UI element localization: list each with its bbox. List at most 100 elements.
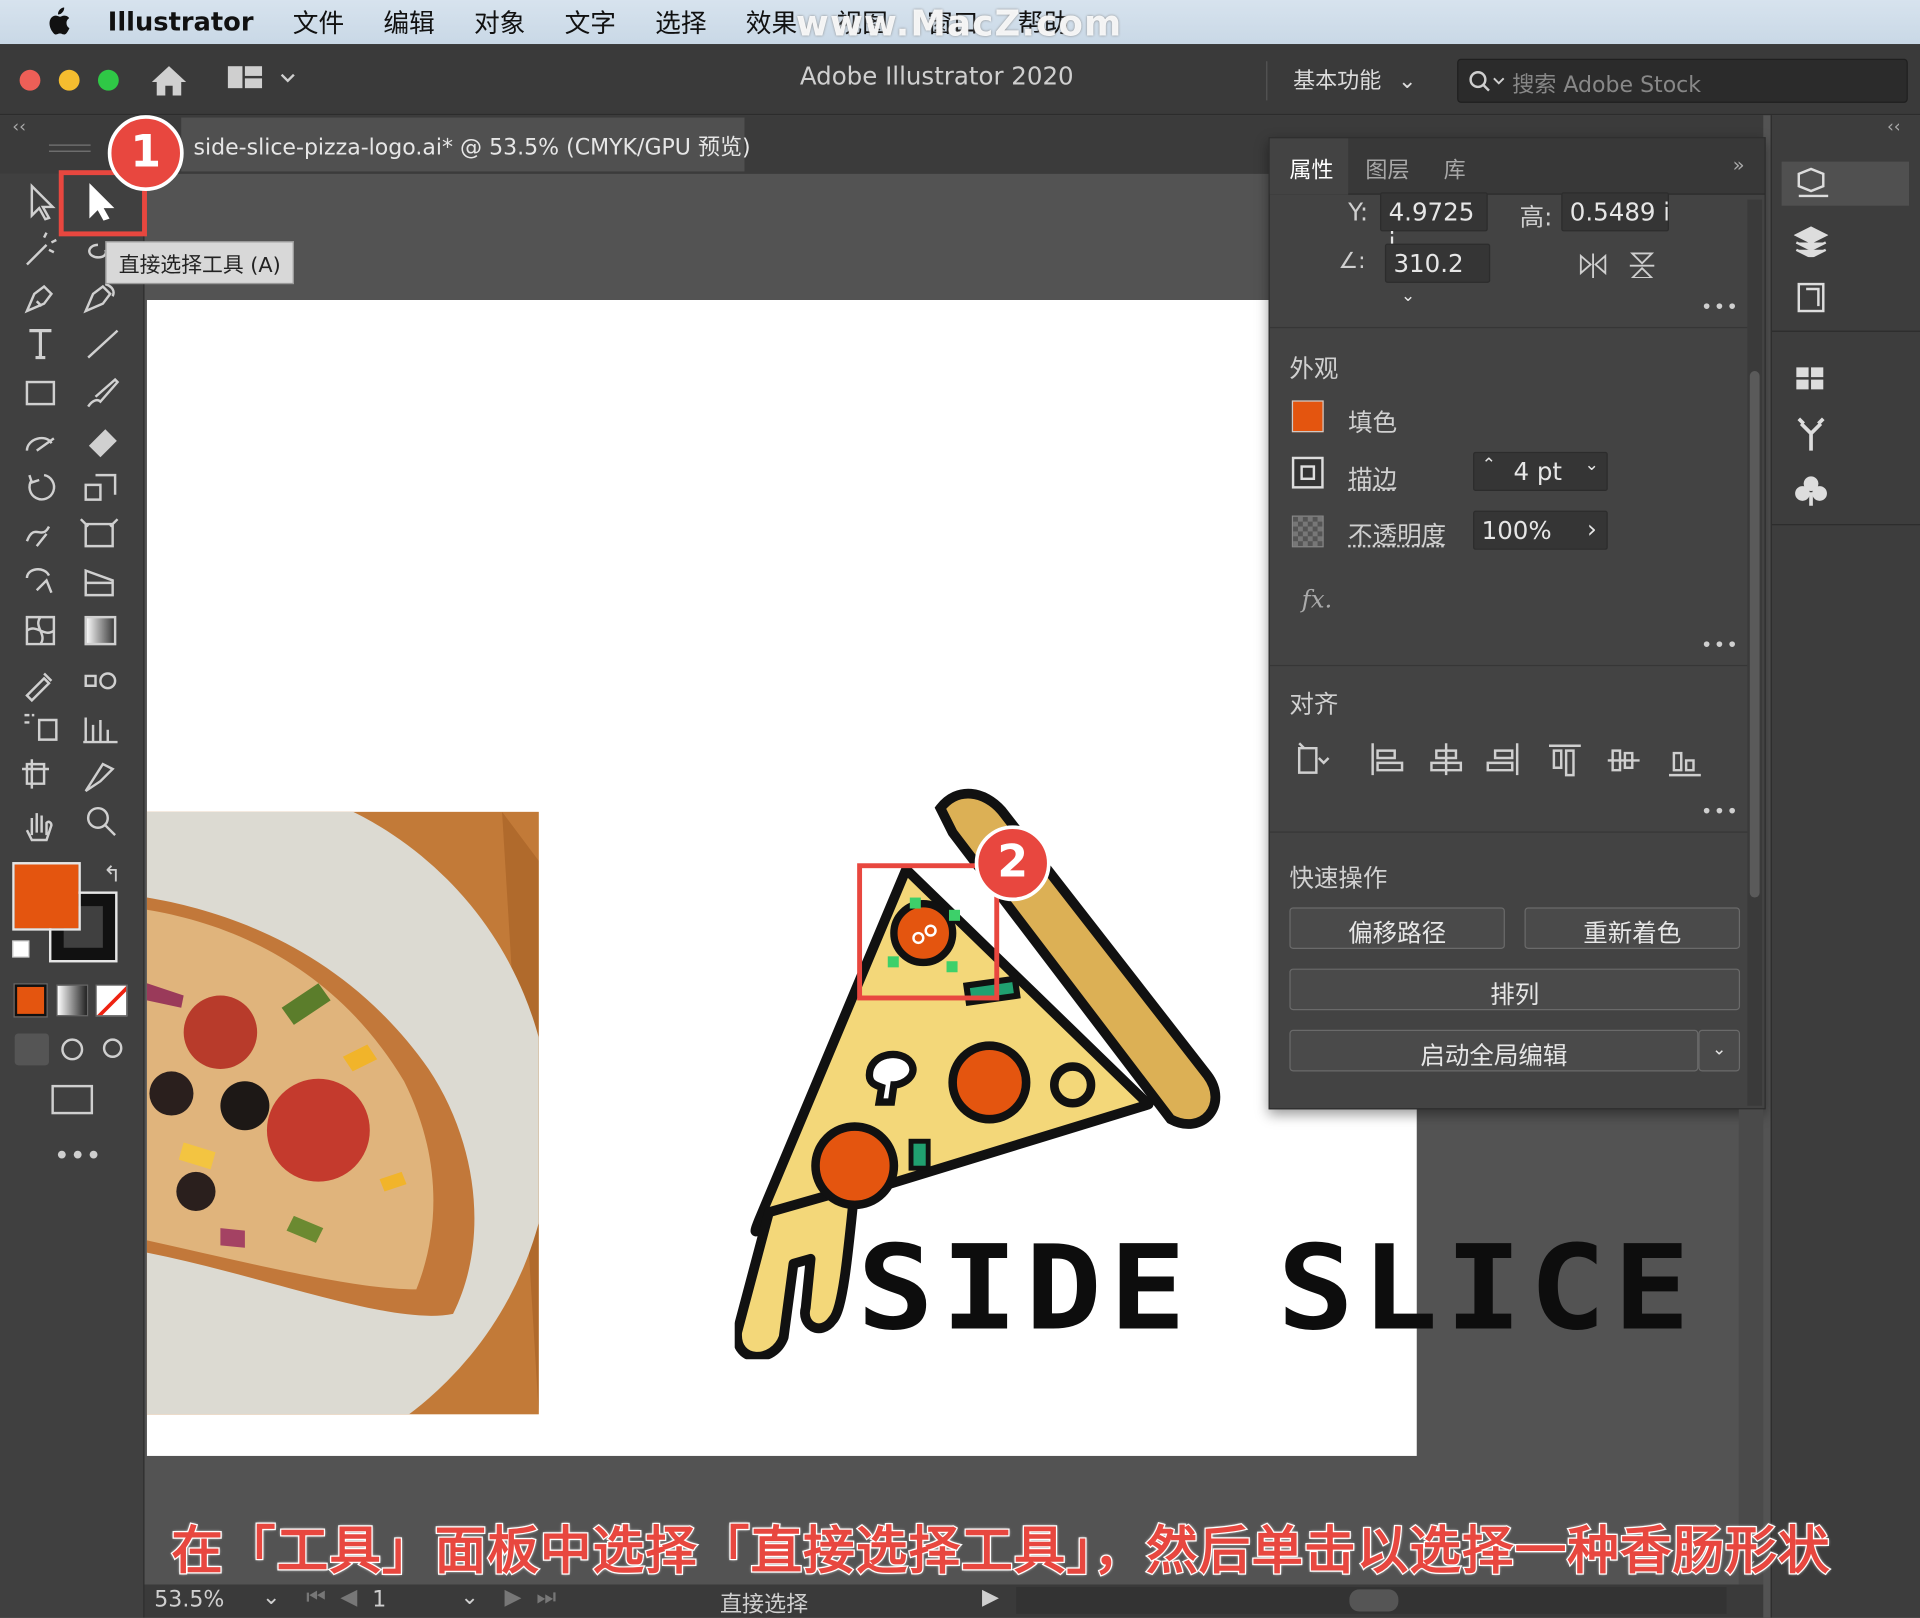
last-artboard-icon[interactable]: ⏭	[536, 1585, 556, 1611]
swatches-icon[interactable]	[1794, 365, 1828, 392]
global-edit-options-button[interactable]: ⌄	[1698, 1029, 1741, 1072]
swap-colors-icon[interactable]: ↰	[103, 862, 121, 888]
shaper-tool-icon[interactable]	[25, 436, 55, 452]
tab-libraries[interactable]: 库	[1444, 153, 1466, 185]
chevron-down-icon[interactable]: ⌄	[460, 1585, 478, 1611]
draw-inside-icon[interactable]	[102, 1038, 123, 1058]
logo-text[interactable]: SIDE SLICE	[857, 1230, 1697, 1347]
stroke-label[interactable]: 描边	[1348, 459, 1397, 495]
paintbrush-tool-icon[interactable]	[87, 377, 120, 408]
status-menu-icon[interactable]: ▶	[982, 1585, 999, 1611]
home-icon[interactable]	[149, 64, 188, 98]
zoom-tool-icon[interactable]	[86, 806, 109, 829]
symbols-icon[interactable]	[1794, 475, 1828, 507]
slice-tool-icon[interactable]	[84, 762, 115, 793]
menu-effect[interactable]: 效果	[746, 4, 797, 41]
pizza-photo[interactable]	[146, 811, 539, 1415]
align-center-icon[interactable]	[1430, 743, 1463, 776]
menu-object[interactable]: 对象	[474, 4, 525, 41]
document-tab[interactable]: side-slice-pizza-logo.ai* @ 53.5% (CMYK/…	[181, 117, 751, 172]
align-middle-icon[interactable]	[1607, 749, 1640, 772]
shape-builder-tool-icon[interactable]	[25, 568, 53, 594]
cheese-drip[interactable]	[734, 1182, 860, 1360]
screen-mode-icon[interactable]	[51, 1084, 94, 1115]
stepper-icon[interactable]: ⌃	[1482, 456, 1496, 476]
flip-horizontal-icon[interactable]	[1578, 251, 1607, 278]
opacity-label[interactable]: 不透明度	[1348, 516, 1446, 552]
opacity-field[interactable]: 100% ›	[1473, 510, 1608, 550]
artboard-tool-icon[interactable]	[22, 759, 49, 789]
tab-layers[interactable]: 图层	[1365, 153, 1409, 185]
curvature-tool-icon[interactable]	[83, 282, 115, 314]
arrange-button[interactable]: 排列	[1289, 968, 1741, 1011]
stroke-weight-field[interactable]: ⌃ 4 pt ⌄	[1473, 451, 1608, 492]
blend-tool-icon[interactable]	[84, 672, 117, 690]
panel-menu-icon[interactable]: »	[1733, 153, 1745, 176]
transform-more-button[interactable]: •••	[1701, 295, 1739, 318]
zoom-field[interactable]: 53.5%	[154, 1587, 257, 1616]
color-mode-button[interactable]	[13, 983, 48, 1018]
next-artboard-icon[interactable]: ▶	[504, 1585, 521, 1611]
pepperoni[interactable]	[811, 1122, 899, 1210]
layers-icon[interactable]	[1793, 225, 1829, 258]
align-more-button[interactable]: •••	[1701, 800, 1739, 823]
stock-search-input[interactable]: 搜索 Adobe Stock	[1457, 58, 1908, 103]
gradient-tool-icon[interactable]	[84, 615, 117, 646]
collapse-toolbar-icon[interactable]: ‹‹	[12, 118, 26, 138]
draw-behind-icon[interactable]	[61, 1038, 84, 1061]
minimize-window-button[interactable]	[58, 69, 80, 91]
properties-scrollbar[interactable]	[1747, 199, 1763, 1106]
fill-label[interactable]: 填色	[1348, 403, 1397, 439]
zoom-window-button[interactable]	[97, 69, 119, 91]
close-window-button[interactable]	[19, 69, 41, 91]
lasso-tool-icon[interactable]	[88, 243, 108, 259]
scale-tool-icon[interactable]	[84, 473, 117, 501]
rotate-tool-icon[interactable]	[28, 473, 56, 501]
menu-file[interactable]: 文件	[293, 4, 344, 41]
first-artboard-icon[interactable]: ⏮	[306, 1585, 326, 1611]
rectangle-tool-icon[interactable]	[25, 380, 56, 406]
pen-tool-icon[interactable]	[24, 284, 54, 314]
default-colors-icon[interactable]	[12, 940, 30, 958]
eyedropper-tool-icon[interactable]	[25, 672, 53, 703]
workspace-switcher[interactable]: 基本功能 ⌄	[1293, 64, 1416, 96]
menu-app-name[interactable]: Illustrator	[108, 7, 254, 36]
menu-type[interactable]: 文字	[565, 4, 616, 41]
opacity-swatch[interactable]	[1291, 515, 1324, 548]
hand-tool-icon[interactable]	[25, 813, 53, 842]
symbol-sprayer-tool-icon[interactable]	[24, 713, 58, 741]
flip-vertical-icon[interactable]	[1627, 251, 1656, 278]
recolor-button[interactable]: 重新着色	[1524, 907, 1741, 949]
olive[interactable]	[1050, 1062, 1096, 1108]
edit-toolbar-icon[interactable]: •••	[54, 1141, 102, 1172]
free-transform-tool-icon[interactable]	[79, 518, 119, 548]
appearance-more-button[interactable]: •••	[1701, 633, 1739, 656]
arrange-documents-icon[interactable]	[227, 66, 301, 93]
height-field[interactable]: 0.5489 ir	[1561, 192, 1669, 232]
previous-artboard-icon[interactable]: ◀	[340, 1585, 357, 1611]
align-to-icon[interactable]	[1297, 742, 1330, 774]
properties-dock-button[interactable]	[1781, 161, 1909, 206]
menu-edit[interactable]: 编辑	[383, 4, 434, 41]
apple-icon[interactable]	[44, 7, 71, 36]
global-edit-button[interactable]: 启动全局编辑	[1289, 1029, 1699, 1072]
warp-tool-icon[interactable]	[25, 525, 51, 547]
offset-path-button[interactable]: 偏移路径	[1289, 907, 1505, 949]
expand-dock-icon[interactable]: ‹‹	[1887, 118, 1901, 138]
tab-properties[interactable]: 属性	[1289, 153, 1333, 185]
brushes-icon[interactable]	[1794, 416, 1828, 453]
gradient-mode-button[interactable]	[56, 984, 89, 1017]
fill-color-swatch[interactable]	[1291, 400, 1324, 433]
chevron-down-icon[interactable]: ⌄	[262, 1585, 280, 1611]
libraries-icon[interactable]	[1796, 282, 1828, 314]
align-bottom-icon[interactable]	[1668, 751, 1701, 777]
perspective-grid-tool-icon[interactable]	[84, 568, 114, 597]
column-graph-tool-icon[interactable]	[83, 717, 118, 744]
align-top-icon[interactable]	[1548, 744, 1581, 777]
mesh-tool-icon[interactable]	[25, 615, 56, 646]
artboard-number-field[interactable]: 1	[372, 1587, 445, 1613]
green-pepper[interactable]	[908, 1138, 931, 1171]
angle-field[interactable]: 310.2 ⌄	[1384, 243, 1491, 306]
selection-tool-icon[interactable]	[30, 183, 56, 221]
y-field[interactable]: 4.9725 i	[1380, 192, 1488, 256]
